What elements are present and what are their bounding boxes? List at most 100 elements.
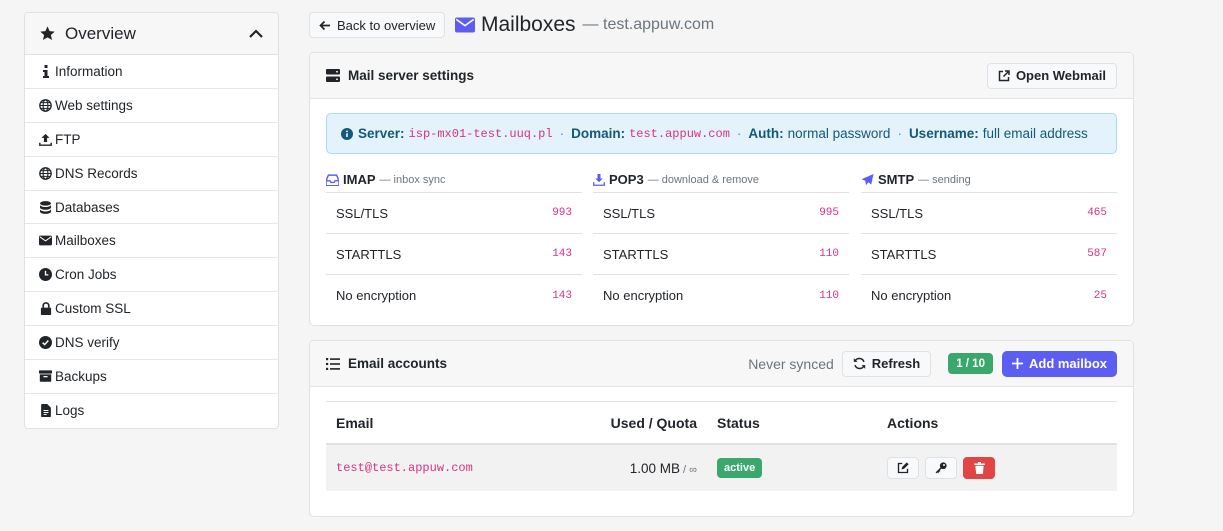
mailbox-count-badge: 1 / 10 — [948, 353, 993, 374]
mailbox-status: active — [707, 458, 887, 478]
archive-icon — [39, 370, 52, 383]
change-password-button[interactable] — [925, 457, 957, 479]
mailbox-actions — [887, 457, 995, 479]
sidebar-item-dns-records[interactable]: DNS Records — [25, 157, 278, 191]
domain-value: test.appuw.com — [629, 126, 730, 141]
email-accounts-header: Email accounts Never synced Refresh 1 / … — [310, 341, 1133, 387]
imap-header: IMAP — inbox sync — [326, 167, 582, 193]
lock-icon — [39, 302, 52, 316]
port-row: No encryption 110 — [593, 275, 849, 316]
chevron-up-icon[interactable] — [248, 26, 264, 42]
list-icon — [326, 357, 340, 370]
download-icon — [593, 173, 605, 186]
username-label: Username: — [908, 126, 979, 141]
encryption-label: No encryption — [603, 288, 684, 303]
add-mailbox-button[interactable]: Add mailbox — [1001, 350, 1117, 377]
encryption-label: No encryption — [871, 288, 952, 303]
encryption-label: STARTTLS — [871, 246, 937, 262]
sidebar-item-databases[interactable]: Databases — [25, 191, 278, 225]
auth-value: normal password — [787, 126, 891, 141]
sidebar-item-backups[interactable]: Backups — [25, 360, 278, 394]
refresh-button[interactable]: Refresh — [841, 350, 932, 377]
column-used-quota: Used / Quota — [610, 414, 697, 431]
port-row: STARTTLS 587 — [861, 234, 1117, 275]
database-icon — [39, 200, 52, 214]
port-row: No encryption 25 — [861, 275, 1117, 316]
sidebar: Overview Information Web settings FTP DN… — [24, 12, 279, 429]
sidebar-item-label: DNS Records — [55, 165, 138, 181]
sidebar-item-label: FTP — [55, 131, 81, 147]
sidebar-item-mailboxes[interactable]: Mailboxes — [25, 224, 278, 259]
refresh-icon — [853, 357, 866, 370]
mailbox-email: test@test.appuw.com — [336, 461, 473, 475]
used-value: 1.00 MB — [629, 460, 681, 476]
port-row: STARTTLS 110 — [593, 234, 849, 275]
email-accounts-card: Email accounts Never synced Refresh 1 / … — [309, 340, 1134, 517]
mailbox-usage: 1.00 MB / ∞ — [594, 461, 707, 476]
email-accounts-table: Email Used / Quota Status Actions test@t… — [326, 401, 1117, 491]
sidebar-item-label: Databases — [55, 199, 120, 215]
separator: · — [736, 126, 742, 141]
mail-server-settings-title: Mail server settings — [348, 68, 475, 83]
encryption-label: No encryption — [336, 288, 417, 303]
port-value: 993 — [552, 207, 572, 219]
star-icon — [39, 25, 56, 42]
separator: · — [897, 126, 902, 141]
sidebar-item-ftp[interactable]: FTP — [25, 123, 278, 157]
sidebar-item-label: DNS verify — [55, 335, 120, 351]
page-title-text: Mailboxes — [481, 13, 576, 36]
paper-plane-icon — [861, 173, 874, 186]
inbox-icon — [326, 173, 339, 186]
imap-panel: IMAP — inbox sync SSL/TLS 993 STARTTLS 143… — [326, 167, 582, 316]
separator: · — [559, 126, 565, 141]
email-accounts-title: Email accounts — [348, 356, 448, 371]
plus-icon — [1011, 358, 1023, 369]
pop3-header: POP3 — download & remove — [593, 167, 849, 193]
smtp-desc: — sending — [918, 173, 971, 186]
info-circle-icon — [341, 127, 353, 140]
port-row: No encryption 143 — [326, 275, 582, 316]
imap-desc: — inbox sync — [379, 173, 446, 186]
username-value: full email address — [982, 126, 1088, 141]
port-value: 143 — [552, 289, 572, 302]
sidebar-item-information[interactable]: Information — [25, 55, 278, 89]
check-circle-icon — [39, 336, 52, 350]
open-webmail-button[interactable]: Open Webmail — [986, 62, 1117, 89]
sidebar-item-cron-jobs[interactable]: Cron Jobs — [25, 258, 278, 293]
sidebar-item-label: Mailboxes — [55, 233, 116, 249]
server-label: Server: — [358, 126, 405, 141]
upload-icon — [39, 133, 52, 146]
back-to-overview-button[interactable]: Back to overview — [309, 12, 446, 38]
pop3-panel: POP3 — download & remove SSL/TLS 995 STAR… — [593, 167, 849, 316]
page-subtitle: — test.appuw.com — [582, 16, 715, 33]
mail-server-settings-card: Mail server settings Open Webmail Server… — [309, 52, 1134, 326]
port-value: 110 — [819, 248, 839, 260]
port-value: 143 — [552, 248, 572, 260]
info-icon — [39, 64, 52, 78]
encryption-label: STARTTLS — [336, 246, 402, 262]
mail-server-settings-header: Mail server settings Open Webmail — [310, 53, 1133, 99]
delete-mailbox-button[interactable] — [963, 457, 995, 479]
file-icon — [39, 404, 52, 418]
sidebar-item-logs[interactable]: Logs — [25, 394, 278, 428]
server-info-alert: Server: isp-mx01-test.uuq.pl · Domain: t… — [326, 113, 1117, 154]
arrow-left-icon — [319, 20, 331, 31]
sidebar-item-dns-verify[interactable]: DNS verify — [25, 326, 278, 361]
sidebar-item-web-settings[interactable]: Web settings — [25, 89, 278, 123]
port-row: SSL/TLS 465 — [861, 193, 1117, 234]
sidebar-item-custom-ssl[interactable]: Custom SSL — [25, 292, 278, 327]
sidebar-header[interactable]: Overview — [25, 13, 278, 55]
encryption-label: SSL/TLS — [336, 205, 389, 221]
sidebar-item-label: Cron Jobs — [55, 267, 117, 283]
add-mailbox-label: Add mailbox — [1028, 356, 1107, 371]
auth-label: Auth: — [748, 126, 784, 141]
sync-status: Never synced — [748, 355, 834, 372]
sidebar-item-label: Custom SSL — [55, 301, 131, 317]
sidebar-item-label: Web settings — [55, 97, 133, 113]
column-actions: Actions — [887, 414, 939, 431]
imap-name: IMAP — [343, 172, 376, 187]
sidebar-item-label: Information — [55, 63, 123, 79]
status-badge: active — [717, 458, 763, 478]
edit-mailbox-button[interactable] — [887, 457, 919, 479]
quota-value: / ∞ — [683, 463, 697, 476]
